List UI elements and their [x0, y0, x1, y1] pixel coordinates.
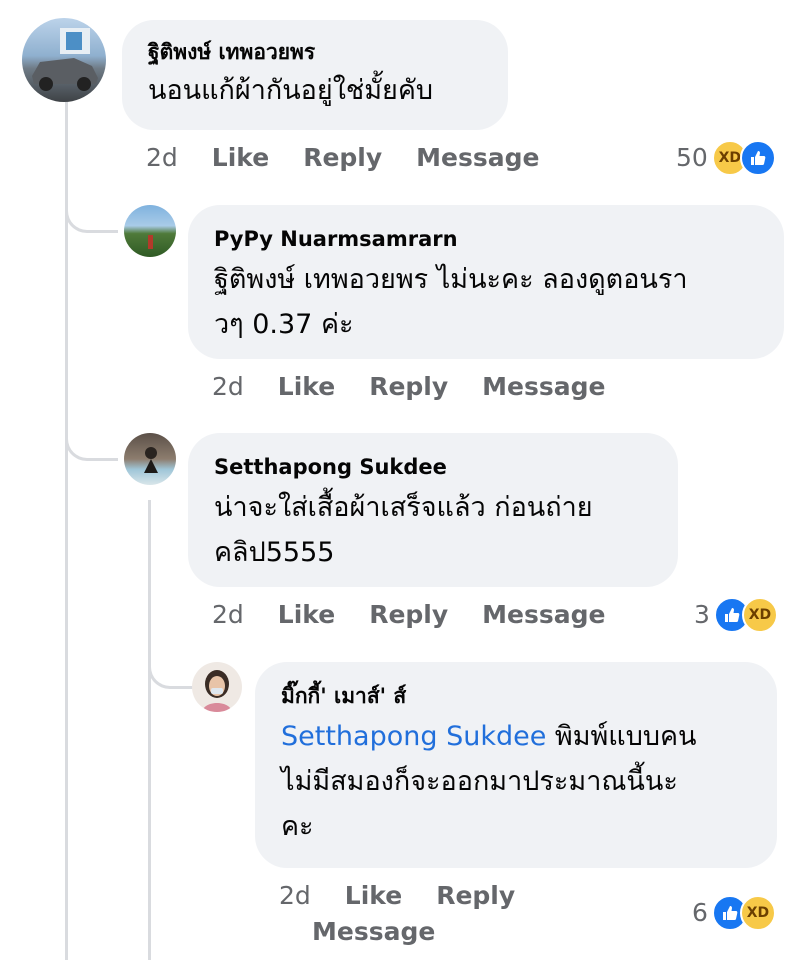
comment-actions: 2d Like Reply Message — [146, 140, 574, 176]
reply-button[interactable]: Reply — [436, 881, 515, 910]
comment-text-segment: พิมพ์แบบคน — [546, 721, 697, 752]
comment-text: น่าจะใส่เสื้อผ้าเสร็จแล้ว ก่อนถ่าย คลิป5… — [214, 485, 652, 575]
thread-connector-3 — [148, 630, 193, 689]
thread-line-sub — [148, 500, 151, 960]
avatar[interactable] — [124, 433, 176, 485]
comment-text-line: วๆ 0.37 ค่ะ — [214, 309, 354, 340]
like-button[interactable]: Like — [278, 372, 335, 401]
comment-text-line: ฐิติพงษ์ เทพอวยพร ไม่นะคะ ลองดูตอนรา — [214, 264, 688, 295]
message-button[interactable]: Message — [482, 600, 605, 629]
comment-bubble: PyPy Nuarmsamrarn ฐิติพงษ์ เทพอวยพร ไม่น… — [188, 205, 784, 359]
comment-author[interactable]: Setthapong Sukdee — [214, 453, 652, 481]
message-button[interactable]: Message — [312, 917, 435, 946]
comment-actions: 2d Like Reply Message — [279, 878, 579, 950]
avatar[interactable] — [124, 205, 176, 257]
comment-text-line: น่าจะใส่เสื้อผ้าเสร็จแล้ว ก่อนถ่าย — [214, 492, 593, 523]
like-icon — [739, 140, 776, 176]
thread-connector-1 — [65, 170, 118, 233]
reply-button[interactable]: Reply — [303, 143, 382, 172]
comment-bubble: Setthapong Sukdee น่าจะใส่เสื้อผ้าเสร็จแ… — [188, 433, 678, 587]
message-button[interactable]: Message — [416, 143, 539, 172]
mention-link[interactable]: Setthapong Sukdee — [281, 721, 546, 752]
reaction-count: 50 — [676, 143, 708, 172]
like-button[interactable]: Like — [212, 143, 269, 172]
comment-text-line: ไม่มีสมองก็จะออกมาประมาณนี้นะ — [281, 766, 678, 797]
haha-icon: XD — [739, 895, 776, 931]
comment-bubble: มิ๊กกี้' เมาส์' ส์ Setthapong Sukdee พิม… — [255, 662, 777, 868]
reaction-count: 3 — [694, 600, 710, 629]
person-photo-icon — [144, 447, 158, 473]
comment-actions: 2d Like Reply Message — [212, 369, 640, 405]
comment-time[interactable]: 2d — [212, 600, 244, 629]
reaction-summary[interactable]: 6 XD — [692, 895, 776, 931]
comment-text-line: คะ — [281, 811, 314, 842]
comment-text: ฐิติพงษ์ เทพอวยพร ไม่นะคะ ลองดูตอนรา วๆ … — [214, 257, 758, 347]
comment-text: Setthapong Sukdee พิมพ์แบบคน ไม่มีสมองก็… — [281, 714, 751, 849]
comment-time[interactable]: 2d — [212, 372, 244, 401]
comment-time[interactable]: 2d — [146, 143, 178, 172]
truck-photo-icon — [32, 28, 98, 91]
comment-text: นอนแก้ผ้ากันอยู่ใช่มั้ยคับ — [148, 75, 434, 106]
reaction-summary[interactable]: 50 XD — [676, 140, 776, 176]
avatar[interactable] — [22, 18, 106, 102]
reaction-summary[interactable]: 3 XD — [694, 597, 778, 633]
comment-author[interactable]: PyPy Nuarmsamrarn — [214, 225, 758, 253]
comment-time[interactable]: 2d — [279, 881, 311, 910]
person-photo-icon — [202, 670, 232, 712]
comment-author[interactable]: มิ๊กกี้' เมาส์' ส์ — [281, 682, 751, 710]
landscape-photo-icon — [148, 235, 153, 249]
comment-author[interactable]: ฐิติพงษ์ เทพอวยพร — [148, 38, 482, 66]
comment-text-line: คลิป5555 — [214, 537, 335, 568]
message-button[interactable]: Message — [482, 372, 605, 401]
haha-icon: XD — [741, 597, 778, 633]
comment-actions: 2d Like Reply Message — [212, 597, 640, 633]
like-button[interactable]: Like — [345, 881, 402, 910]
reply-button[interactable]: Reply — [369, 372, 448, 401]
thread-line-main — [65, 100, 68, 960]
comment-text-line: Setthapong Sukdee พิมพ์แบบคน — [281, 714, 751, 759]
like-button[interactable]: Like — [278, 600, 335, 629]
avatar[interactable] — [192, 662, 242, 712]
comment-bubble: ฐิติพงษ์ เทพอวยพร นอนแก้ผ้ากันอยู่ใช่มั้… — [122, 20, 508, 130]
reaction-count: 6 — [692, 898, 708, 927]
reply-button[interactable]: Reply — [369, 600, 448, 629]
thread-connector-2 — [65, 400, 118, 461]
